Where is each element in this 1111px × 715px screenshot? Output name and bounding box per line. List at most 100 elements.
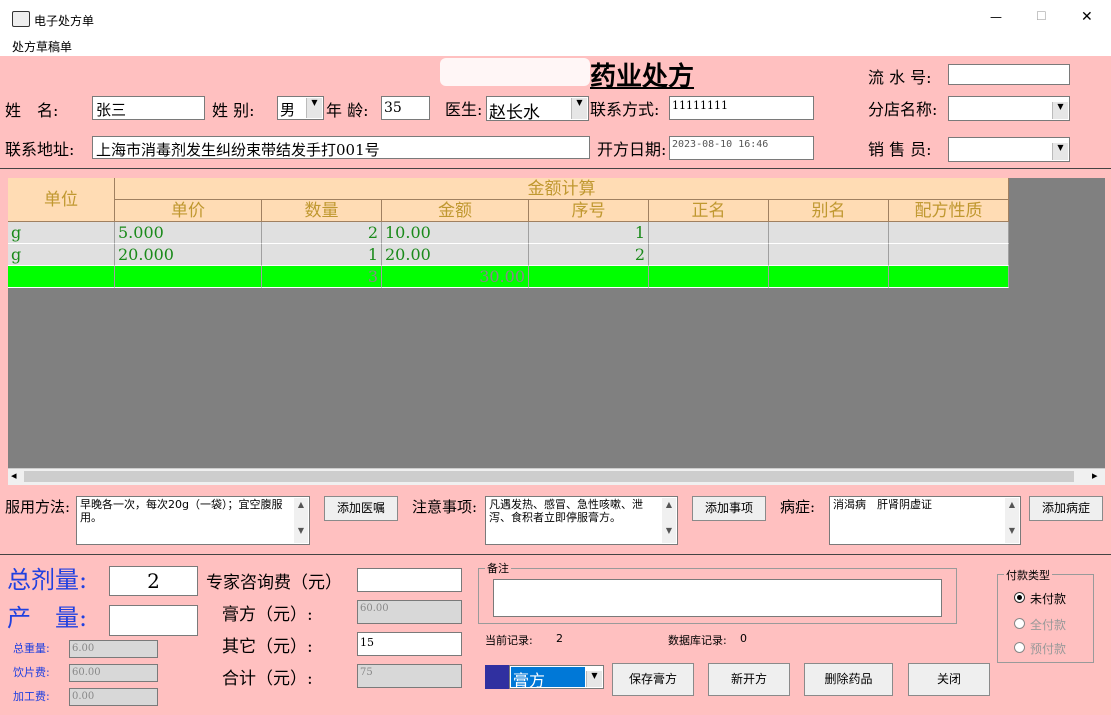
decoction-input[interactable]: 60.00 <box>69 664 158 682</box>
total-cell-name <box>649 266 769 288</box>
chevron-down-icon: ▼ <box>571 98 587 119</box>
table-cell-name[interactable] <box>649 244 769 266</box>
radio-full-label: 全付款 <box>1030 618 1067 632</box>
header-name: 正名 <box>649 200 769 222</box>
add-disease-button[interactable]: 添加病症 <box>1029 496 1103 521</box>
disease-label: 病症: <box>780 498 816 516</box>
weight-input[interactable]: 6.00 <box>69 640 158 658</box>
gender-label: 姓 别: <box>212 101 255 120</box>
payment-group: 付款类型 未付款 全付款 预付款 <box>997 567 1094 663</box>
disease-textarea[interactable]: 消渴病 肝肾阴虚证 ▲ ▼ <box>829 496 1021 545</box>
table-cell-price[interactable]: 20.000 <box>115 244 262 266</box>
processing-input[interactable]: 0.00 <box>69 688 158 706</box>
total-fee-input[interactable]: 75 <box>357 664 462 688</box>
medicine-grid: 单位 金额计算 单价 数量 金额 序号 正名 别名 配方性质 g 5.000 2… <box>8 178 1105 485</box>
serial-input[interactable] <box>948 64 1070 85</box>
table-cell-price[interactable]: 5.000 <box>115 222 262 244</box>
header-price: 单价 <box>115 200 262 222</box>
remark-group: 备注 <box>478 560 957 624</box>
age-label: 年 龄: <box>326 101 369 120</box>
weight-label: 总重量: <box>13 642 50 655</box>
horizontal-scrollbar[interactable]: ◂ ▸ <box>8 468 1105 485</box>
header-alias: 别名 <box>769 200 889 222</box>
notes-scrollbar[interactable]: ▲ ▼ <box>662 498 676 543</box>
usage-textarea[interactable]: 早晚各一次，每次20g（一袋）；宜空腹服用。 ▲ ▼ <box>76 496 310 545</box>
total-cell-price <box>115 266 262 288</box>
yield-input[interactable] <box>109 605 198 636</box>
consult-fee-input[interactable] <box>357 568 462 592</box>
menu-bar: 处方草稿单 <box>0 36 1111 56</box>
table-cell-seq[interactable]: 2 <box>529 244 649 266</box>
total-fee-label: 合计（元）: <box>222 669 313 689</box>
table-cell-amount[interactable]: 20.00 <box>382 244 529 266</box>
header-nature: 配方性质 <box>889 200 1009 222</box>
save-paste-button[interactable]: 保存膏方 <box>612 663 694 696</box>
remark-label: 备注 <box>485 560 511 576</box>
date-input[interactable]: 2023-08-10 16:46 <box>669 136 814 160</box>
close-button[interactable]: 关闭 <box>908 663 990 696</box>
total-cell-alias <box>769 266 889 288</box>
name-input[interactable]: 张三 <box>92 96 205 120</box>
header-seq: 序号 <box>529 200 649 222</box>
age-input[interactable]: 35 <box>381 96 430 120</box>
type-value: 膏方 <box>511 667 585 690</box>
new-prescription-button[interactable]: 新开方 <box>708 663 790 696</box>
contact-input[interactable]: 11111111 <box>669 96 814 120</box>
sales-select[interactable]: ▼ <box>948 137 1070 162</box>
type-icon <box>485 665 509 689</box>
table-cell-alias[interactable] <box>769 222 889 244</box>
current-record-value: 2 <box>556 632 563 645</box>
db-record-label: 数据库记录: <box>668 634 727 647</box>
menu-item-draft[interactable]: 处方草稿单 <box>12 38 72 55</box>
notes-text: 凡遇发热、感冒、急性咳嗽、泄泻、食积者立即停服膏方。 <box>489 498 643 524</box>
table-cell-nature[interactable] <box>889 222 1009 244</box>
radio-pre[interactable] <box>1014 642 1025 653</box>
scroll-left-icon[interactable]: ◂ <box>11 469 17 482</box>
yield-label: 产 量: <box>7 604 88 632</box>
window-title: 电子处方单 <box>34 14 95 28</box>
table-cell-amount[interactable]: 10.00 <box>382 222 529 244</box>
minimize-button[interactable]: — <box>990 10 1002 24</box>
divider <box>0 554 1111 555</box>
doctor-value: 赵长水 <box>489 103 540 123</box>
address-input[interactable]: 上海市消毒剂发生纠纷束带结发手打001号 <box>92 136 590 159</box>
dose-input[interactable]: 2 <box>109 566 198 596</box>
radio-full[interactable] <box>1014 618 1025 629</box>
table-cell-unit[interactable]: g <box>8 244 115 266</box>
paste-fee-label: 膏方（元）: <box>222 605 313 625</box>
close-window-button[interactable]: ✕ <box>1081 9 1093 25</box>
branch-select[interactable]: ▼ <box>948 96 1070 121</box>
table-cell-nature[interactable] <box>889 244 1009 266</box>
add-notice-button[interactable]: 添加事项 <box>692 496 766 521</box>
decoction-label: 饮片费: <box>13 666 50 679</box>
table-cell-qty[interactable]: 2 <box>262 222 382 244</box>
table-cell-qty[interactable]: 1 <box>262 244 382 266</box>
table-cell-seq[interactable]: 1 <box>529 222 649 244</box>
delete-medicine-button[interactable]: 删除药品 <box>804 663 893 696</box>
scroll-right-icon[interactable]: ▸ <box>1092 469 1098 482</box>
paste-fee-input[interactable]: 60.00 <box>357 600 462 624</box>
maximize-button[interactable]: ☐ <box>1036 9 1047 23</box>
add-advice-button[interactable]: 添加医嘱 <box>324 496 398 521</box>
table-cell-unit[interactable]: g <box>8 222 115 244</box>
notes-textarea[interactable]: 凡遇发热、感冒、急性咳嗽、泄泻、食积者立即停服膏方。 ▲ ▼ <box>485 496 678 545</box>
other-fee-input[interactable]: 15 <box>357 632 462 656</box>
type-select[interactable]: 膏方 ▼ <box>509 665 604 690</box>
scroll-thumb[interactable] <box>24 471 1074 482</box>
header-group-amount: 金额计算 <box>115 178 1009 200</box>
remark-textarea[interactable] <box>493 579 942 617</box>
notes-label: 注意事项: <box>412 498 478 516</box>
gender-select[interactable]: 男 ▼ <box>277 96 324 120</box>
total-cell-seq <box>529 266 649 288</box>
db-record-value: 0 <box>740 632 747 645</box>
total-cell-nature <box>889 266 1009 288</box>
usage-scrollbar[interactable]: ▲ ▼ <box>294 498 308 543</box>
table-cell-name[interactable] <box>649 222 769 244</box>
doctor-select[interactable]: 赵长水 ▼ <box>486 96 589 123</box>
header-qty: 数量 <box>262 200 382 222</box>
page-title: 药业处方 <box>590 62 695 92</box>
radio-unpaid[interactable] <box>1014 592 1025 603</box>
disease-scrollbar[interactable]: ▲ ▼ <box>1005 498 1019 543</box>
consult-fee-label: 专家咨询费（元） <box>206 573 342 593</box>
table-cell-alias[interactable] <box>769 244 889 266</box>
